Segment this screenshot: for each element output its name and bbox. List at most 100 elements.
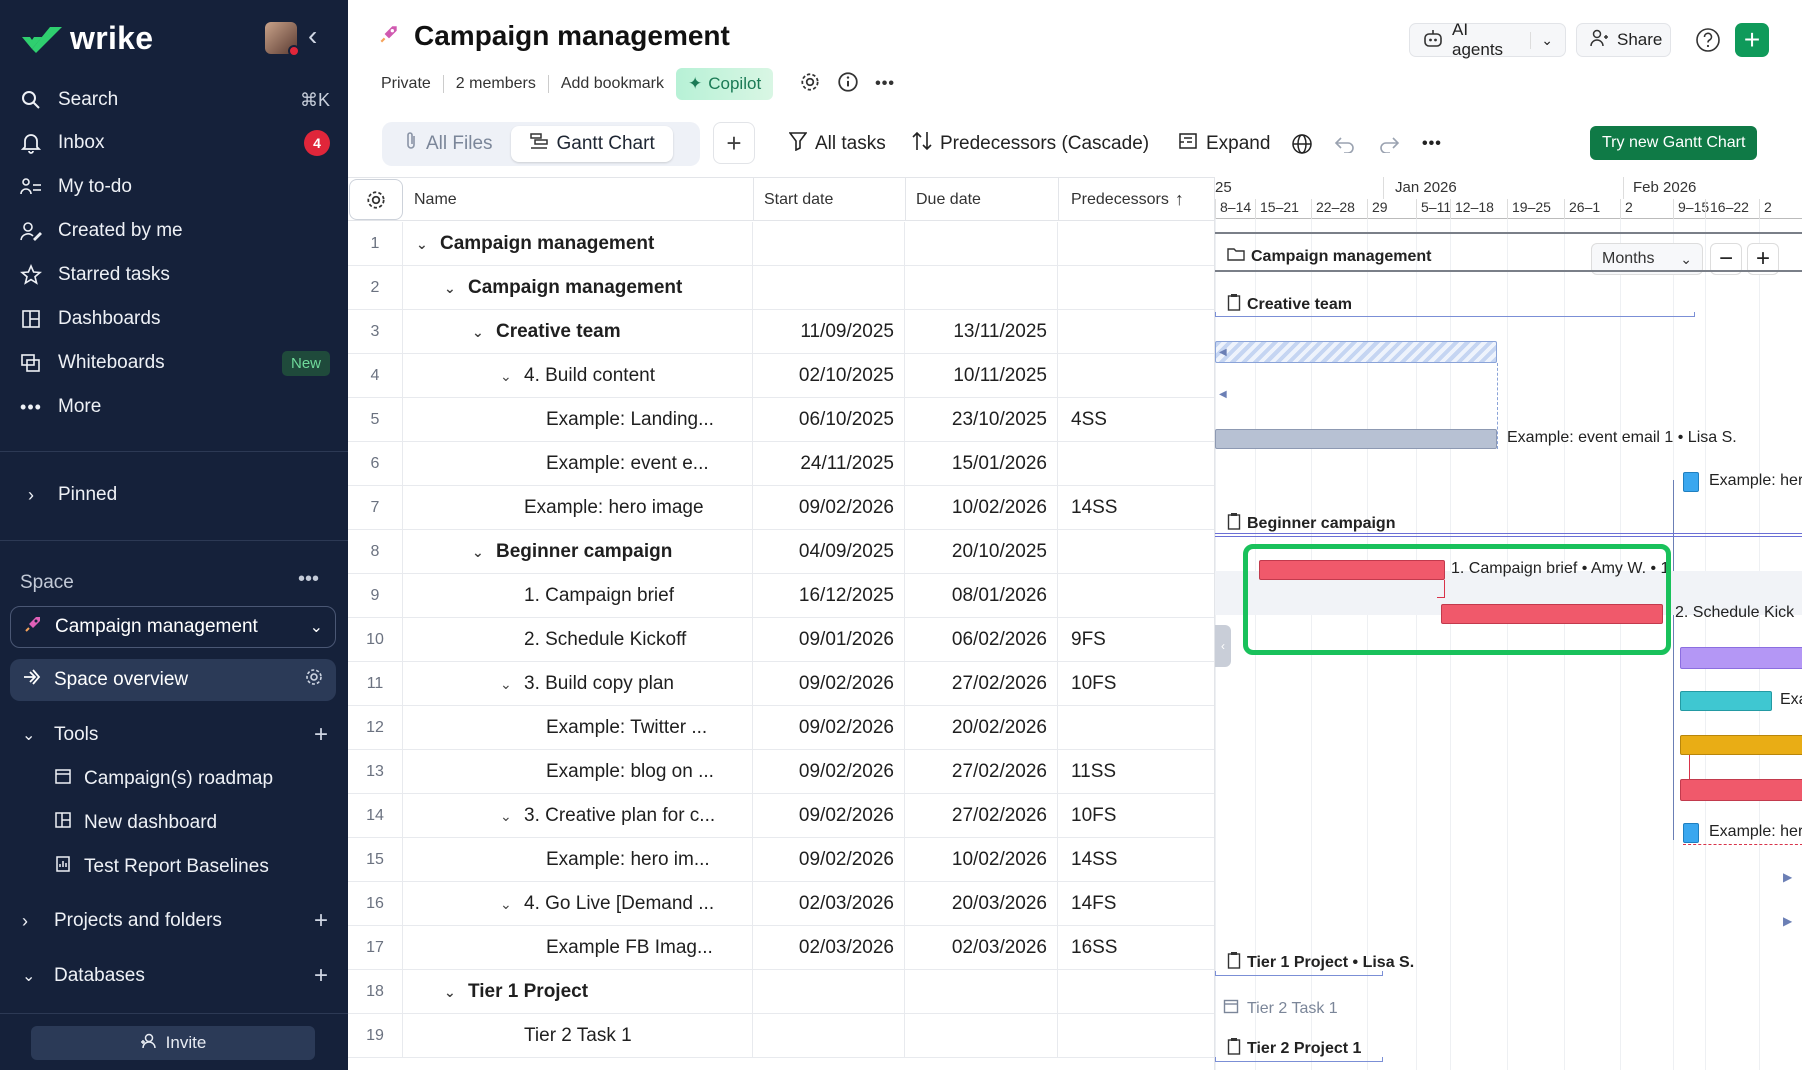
table-row[interactable]: 13 Example: blog on ... 09/02/2026 27/02/20… bbox=[348, 750, 1214, 794]
predecessors-cell[interactable]: 14SS bbox=[1059, 838, 1214, 882]
start-date-cell[interactable] bbox=[754, 1014, 905, 1058]
due-date-cell[interactable]: 20/02/2026 bbox=[906, 706, 1058, 750]
sidebar-search[interactable]: Search ⌘K bbox=[18, 82, 330, 118]
due-date-cell[interactable]: 27/02/2026 bbox=[906, 794, 1058, 838]
build-copy-plan-bar[interactable] bbox=[1680, 647, 1802, 669]
build-content-bar[interactable] bbox=[1215, 341, 1497, 363]
predecessors-cell[interactable]: 16SS bbox=[1059, 926, 1214, 970]
chevron-down-icon[interactable]: ⌄ bbox=[500, 676, 512, 693]
due-date-cell[interactable] bbox=[906, 222, 1058, 266]
chevron-down-icon[interactable]: ⌄ bbox=[416, 236, 428, 253]
table-row[interactable]: 18 ⌄ Tier 1 Project bbox=[348, 970, 1214, 1014]
task-name-cell[interactable]: ⌄ 3. Creative plan for c... bbox=[404, 794, 753, 838]
predecessors-cell[interactable] bbox=[1059, 530, 1214, 574]
table-row[interactable]: 7 Example: hero image 09/02/2026 10/02/2026… bbox=[348, 486, 1214, 530]
table-row[interactable]: 2 ⌄ Campaign management bbox=[348, 266, 1214, 310]
twitter-bar[interactable] bbox=[1680, 691, 1772, 711]
start-date-cell[interactable]: 09/02/2026 bbox=[754, 750, 905, 794]
table-row[interactable]: 4 ⌄ 4. Build content 02/10/2025 10/11/2025 bbox=[348, 354, 1214, 398]
task-name-cell[interactable]: Example: blog on ... bbox=[404, 750, 753, 794]
column-header-start-date[interactable]: Start date bbox=[754, 178, 906, 221]
redo-icon[interactable] bbox=[1378, 130, 1400, 158]
table-row[interactable]: 1 ⌄ Campaign management bbox=[348, 222, 1214, 266]
predecessors-cell[interactable] bbox=[1059, 310, 1214, 354]
sidebar-projects-folders[interactable]: › Projects and folders + bbox=[22, 904, 328, 938]
due-date-cell[interactable]: 23/10/2025 bbox=[906, 398, 1058, 442]
sidebar-item-my-todo[interactable]: My to-do bbox=[18, 169, 330, 205]
start-date-cell[interactable]: 11/09/2025 bbox=[754, 310, 905, 354]
column-settings-icon[interactable] bbox=[349, 179, 403, 220]
sidebar-tools[interactable]: ⌄ Tools + bbox=[22, 718, 328, 752]
due-date-cell[interactable]: 10/11/2025 bbox=[906, 354, 1058, 398]
sidebar-item-whiteboards[interactable]: Whiteboards New bbox=[18, 345, 330, 381]
start-date-cell[interactable]: 06/10/2025 bbox=[754, 398, 905, 442]
table-row[interactable]: 17 Example FB Imag... 02/03/2026 02/03/2026… bbox=[348, 926, 1214, 970]
task-name-cell[interactable]: ⌄ Creative team bbox=[404, 310, 753, 354]
table-row[interactable]: 19 Tier 2 Task 1 bbox=[348, 1014, 1214, 1058]
predecessors-cell[interactable] bbox=[1059, 970, 1214, 1014]
task-name-cell[interactable]: ⌄ Campaign management bbox=[404, 266, 753, 310]
due-date-cell[interactable]: 27/02/2026 bbox=[906, 750, 1058, 794]
add-project-icon[interactable]: + bbox=[314, 907, 328, 935]
undo-icon[interactable] bbox=[1334, 130, 1356, 158]
predecessors-cell[interactable] bbox=[1059, 222, 1214, 266]
sidebar-item-inbox[interactable]: Inbox 4 bbox=[18, 125, 330, 161]
column-header-predecessors[interactable]: Predecessors ↑ bbox=[1059, 178, 1214, 221]
chevron-down-icon[interactable]: ⌄ bbox=[1530, 31, 1553, 49]
start-date-cell[interactable]: 09/01/2026 bbox=[754, 618, 905, 662]
privacy-label[interactable]: Private bbox=[381, 75, 431, 93]
task-name-cell[interactable]: Example: Twitter ... bbox=[404, 706, 753, 750]
due-date-cell[interactable]: 20/10/2025 bbox=[906, 530, 1058, 574]
copilot-button[interactable]: ✦ Copilot bbox=[676, 68, 774, 100]
wrike-logo[interactable]: wrike bbox=[20, 20, 153, 57]
table-row[interactable]: 6 Example: event e... 24/11/2025 15/01/2026 bbox=[348, 442, 1214, 486]
due-date-cell[interactable]: 10/02/2026 bbox=[906, 486, 1058, 530]
page-title[interactable]: Campaign management bbox=[414, 20, 730, 52]
start-date-cell[interactable]: 09/02/2026 bbox=[754, 838, 905, 882]
predecessors-cell[interactable] bbox=[1059, 266, 1214, 310]
start-date-cell[interactable] bbox=[754, 970, 905, 1014]
start-date-cell[interactable]: 16/12/2025 bbox=[754, 574, 905, 618]
sidebar-item-starred-tasks[interactable]: Starred tasks bbox=[18, 257, 330, 293]
due-date-cell[interactable] bbox=[906, 970, 1058, 1014]
task-name-cell[interactable]: ⌄ 4. Build content bbox=[404, 354, 753, 398]
task-name-cell[interactable]: Example FB Imag... bbox=[404, 926, 753, 970]
tab-all-files[interactable]: All Files bbox=[386, 126, 511, 162]
panel-collapse-handle[interactable]: ‹ bbox=[1215, 625, 1231, 667]
task-name-cell[interactable]: ⌄ Beginner campaign bbox=[404, 530, 753, 574]
task-name-cell[interactable]: ⌄ Campaign management bbox=[404, 222, 753, 266]
start-date-cell[interactable]: 09/02/2026 bbox=[754, 486, 905, 530]
predecessors-cell[interactable]: 10FS bbox=[1059, 794, 1214, 838]
due-date-cell[interactable]: 08/01/2026 bbox=[906, 574, 1058, 618]
start-date-cell[interactable]: 24/11/2025 bbox=[754, 442, 905, 486]
event-email-bar[interactable] bbox=[1215, 429, 1497, 449]
chevron-down-icon[interactable]: ⌄ bbox=[444, 984, 456, 1001]
table-row[interactable]: 9 1. Campaign brief 16/12/2025 08/01/2026 bbox=[348, 574, 1214, 618]
predecessors-cell[interactable]: 10FS bbox=[1059, 662, 1214, 706]
chevron-down-icon[interactable]: ⌄ bbox=[500, 896, 512, 913]
due-date-cell[interactable]: 06/02/2026 bbox=[906, 618, 1058, 662]
sidebar-databases[interactable]: ⌄ Databases + bbox=[22, 959, 328, 993]
table-row[interactable]: 3 ⌄ Creative team 11/09/2025 13/11/2025 bbox=[348, 310, 1214, 354]
due-date-cell[interactable]: 20/03/2026 bbox=[906, 882, 1058, 926]
chevron-down-icon[interactable]: ⌄ bbox=[500, 808, 512, 825]
start-date-cell[interactable]: 04/09/2025 bbox=[754, 530, 905, 574]
due-date-cell[interactable]: 10/02/2026 bbox=[906, 838, 1058, 882]
start-date-cell[interactable] bbox=[754, 266, 905, 310]
task-name-cell[interactable]: Example: hero image bbox=[404, 486, 753, 530]
start-date-cell[interactable]: 09/02/2026 bbox=[754, 706, 905, 750]
create-new-button[interactable]: + bbox=[1735, 23, 1769, 57]
settings-gear-icon[interactable] bbox=[799, 71, 821, 98]
due-date-cell[interactable] bbox=[906, 266, 1058, 310]
predecessors-cell[interactable] bbox=[1059, 1014, 1214, 1058]
table-row[interactable]: 12 Example: Twitter ... 09/02/2026 20/02/20… bbox=[348, 706, 1214, 750]
start-date-cell[interactable]: 09/02/2026 bbox=[754, 662, 905, 706]
hero-image-milestone[interactable] bbox=[1683, 472, 1699, 492]
due-date-cell[interactable] bbox=[906, 1014, 1058, 1058]
sidebar-item-dashboards[interactable]: Dashboards bbox=[18, 301, 330, 337]
ai-agents-button[interactable]: AI agents ⌄ bbox=[1409, 20, 1566, 59]
add-tool-icon[interactable]: + bbox=[314, 721, 328, 749]
predecessors-cell[interactable]: 9FS bbox=[1059, 618, 1214, 662]
toolbar-more-icon[interactable]: ••• bbox=[1422, 130, 1442, 158]
add-database-icon[interactable]: + bbox=[314, 962, 328, 990]
